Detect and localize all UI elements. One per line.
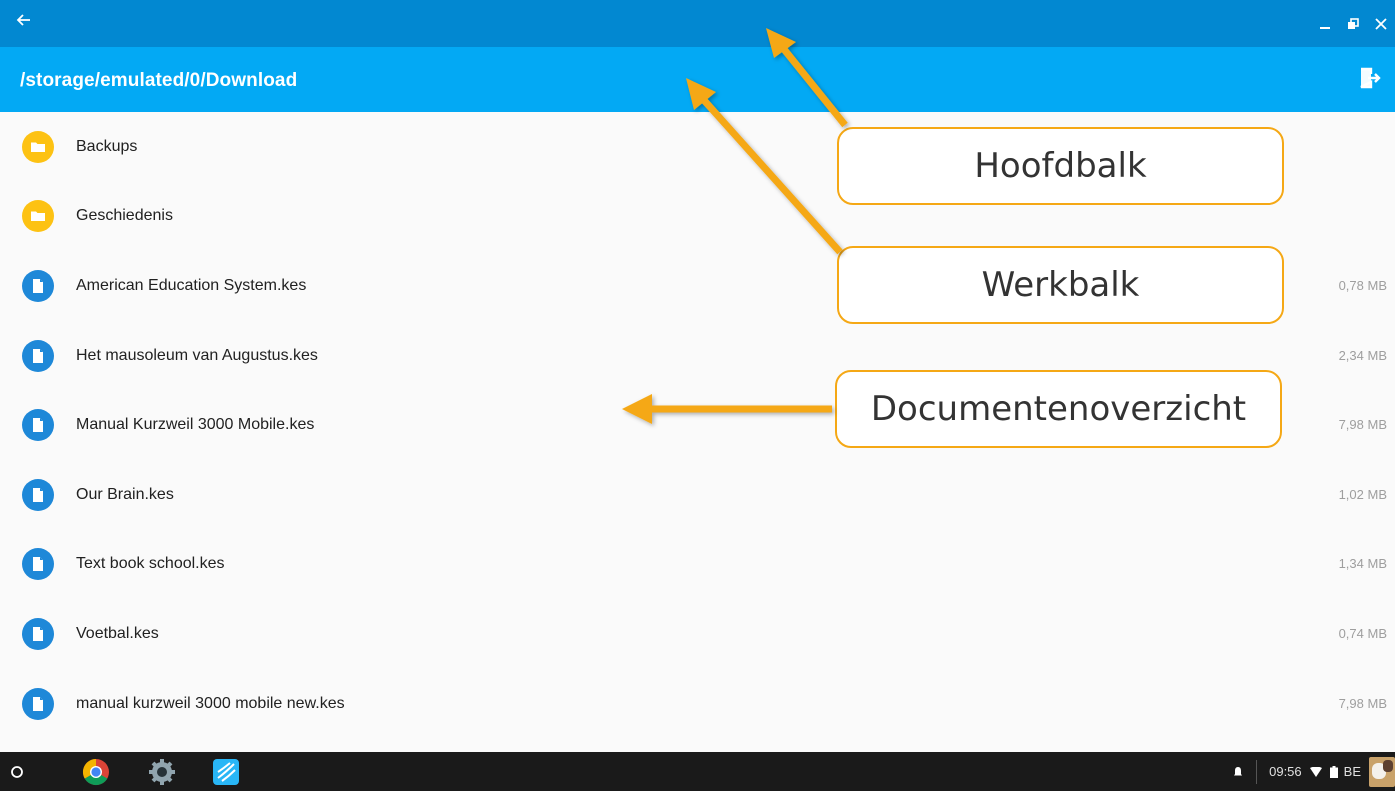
notification-bell-icon [1234,766,1243,776]
avatar[interactable] [1369,756,1395,787]
list-item-6[interactable]: Our Brain.kes 1,02 MB [0,460,1395,530]
callout-documentenoverzicht: Documentenoverzicht [835,370,1282,448]
back-button[interactable] [14,10,34,30]
file-size: 1,34 MB [1338,556,1387,572]
launcher-button[interactable] [3,758,31,786]
folder-icon [31,142,45,152]
file-name: Manual Kurzweil 3000 Mobile.kes [76,416,315,434]
folder-icon [31,211,45,222]
document-badge [22,478,54,511]
file-name: Voetbal.kes [76,624,159,642]
file-name: American Education System.kes [76,276,307,294]
status-area[interactable]: 09:56 BE [1232,752,1395,791]
document-icon [33,348,43,363]
status-separator [1256,759,1258,784]
document-icon [33,278,43,293]
chrome-app[interactable] [82,758,110,786]
file-size: 1,02 MB [1338,486,1387,502]
arrow-left-icon [16,14,30,26]
file-size: 2,34 MB [1338,347,1387,363]
chrome-icon [82,758,109,786]
file-name: Backups [76,137,138,155]
document-icon [33,626,43,641]
file-size: 7,98 MB [1338,695,1387,711]
document-badge [22,617,54,650]
exit-icon [1360,67,1381,89]
callout-hoofdbalk: Hoofdbalk [837,127,1284,205]
file-size: 0,78 MB [1338,277,1387,293]
minimize-icon [1320,26,1330,29]
list-item-9[interactable]: manual kurzweil 3000 mobile new.kes 7,98… [0,669,1395,739]
document-badge [22,687,54,720]
window-title-bar [0,0,1395,47]
file-size: 0,74 MB [1338,625,1387,641]
restore-button[interactable] [1339,10,1367,38]
document-icon [33,696,43,711]
file-name: Our Brain.kes [76,485,174,503]
document-badge [22,409,54,442]
exit-button[interactable] [1357,65,1383,91]
document-icon [33,487,43,502]
kurzweil-app[interactable] [212,758,240,786]
settings-app[interactable] [148,758,176,786]
settings-icon [149,759,175,785]
file-name: Geschiedenis [76,207,173,225]
document-badge [22,548,54,581]
close-button[interactable] [1367,10,1395,38]
battery-icon [1329,765,1338,778]
system-shelf: 09:56 BE [0,752,1395,791]
folder-badge [22,130,54,163]
document-badge [22,269,54,302]
list-item-8[interactable]: Voetbal.kes 0,74 MB [0,599,1395,669]
restore-icon [1348,17,1359,29]
document-icon [33,557,43,572]
wifi-icon [1309,766,1322,777]
minimize-button[interactable] [1311,10,1339,38]
close-icon [1375,17,1387,30]
document-icon [33,418,43,433]
file-name: Text book school.kes [76,555,225,573]
current-path: /storage/emulated/0/Download [20,70,298,91]
folder-badge [22,200,54,233]
locale-indicator: BE [1343,764,1361,779]
file-name: manual kurzweil 3000 mobile new.kes [76,694,345,712]
callout-werkbalk: Werkbalk [837,246,1284,324]
file-name: Het mausoleum van Augustus.kes [76,346,318,364]
file-size: 7,98 MB [1338,417,1387,433]
list-item-7[interactable]: Text book school.kes 1,34 MB [0,530,1395,600]
document-badge [22,339,54,372]
toolbar: /storage/emulated/0/Download [0,47,1395,112]
kurzweil-icon [213,759,239,785]
clock: 09:56 [1269,764,1302,779]
launcher-icon [11,766,23,778]
